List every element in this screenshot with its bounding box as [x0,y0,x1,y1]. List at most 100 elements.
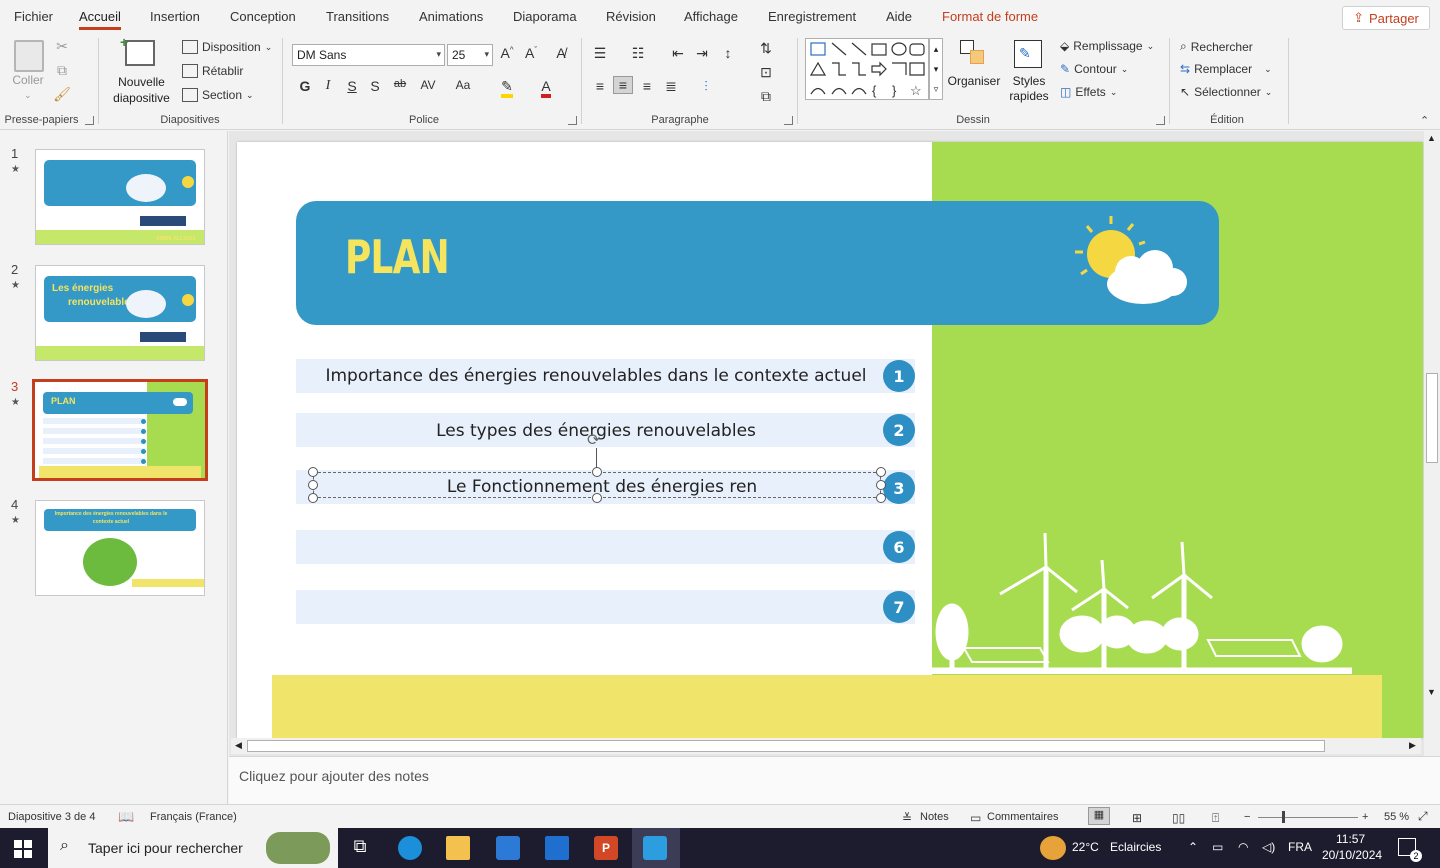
shape-fill-button[interactable]: ⬙ Remplissage ⌄ [1060,39,1154,53]
text-direction-icon[interactable]: ⇅ [756,40,776,57]
numbering-icon[interactable]: ☷ [628,45,648,62]
zoom-level[interactable]: 55 % [1384,811,1409,823]
gallery-scroll[interactable]: ▴ ▾ ▿ [929,38,943,100]
drawing-launcher-icon[interactable] [1156,116,1165,125]
collapse-ribbon-icon[interactable]: ⌃ [1420,114,1429,127]
taskbar-search[interactable]: ⌕ Taper ici pour rechercher [48,828,338,868]
file-explorer-icon[interactable] [446,836,470,860]
layout-button[interactable]: Disposition ⌄ [182,40,272,54]
tab-slideshow[interactable]: Diaporama [513,9,577,24]
resize-handle[interactable] [876,467,886,477]
notes-placeholder[interactable]: Cliquez pour ajouter des notes [239,768,429,784]
language-label[interactable]: Français (France) [150,811,237,823]
notes-toggle[interactable]: Notes [920,811,949,823]
align-center-icon[interactable]: ≡ [613,76,633,94]
align-text-icon[interactable]: ⊡ [756,64,776,81]
reading-view-icon[interactable]: ▯▯ [1172,811,1185,825]
clipboard-launcher-icon[interactable] [85,116,94,125]
slide-sorter-icon[interactable]: ⊞ [1132,811,1142,825]
rotate-handle-icon[interactable]: ⟳ [587,430,600,450]
quick-styles-button[interactable]: Styles rapides [1002,74,1056,104]
chevron-up-icon[interactable]: ⌃ [1188,840,1198,854]
tab-transitions[interactable]: Transitions [326,9,389,24]
tab-review[interactable]: Révision [606,9,656,24]
network-icon[interactable]: ▭ [1212,840,1223,854]
comment-icon[interactable]: ▭ [970,811,981,825]
new-slide-button[interactable]: Nouvelle diapositive [104,74,179,106]
font-name-combo[interactable]: DM Sans ▾ [292,44,445,66]
scroll-right-icon[interactable]: ▶ [1409,740,1416,751]
tab-view[interactable]: Affichage [684,9,738,24]
windows-start-icon[interactable] [14,840,32,858]
select-button[interactable]: ↖ Sélectionner ⌄ [1180,85,1272,99]
tab-file[interactable]: Fichier [14,9,53,24]
wifi-icon[interactable]: ◠ [1238,840,1248,854]
bullets-icon[interactable]: ☰ [590,45,610,62]
cut-icon[interactable]: ✂ [52,38,72,55]
increase-indent-icon[interactable]: ⇥ [692,45,712,62]
zoom-out-icon[interactable]: − [1244,811,1250,823]
scroll-up-icon[interactable]: ▲ [1427,133,1436,143]
tab-design[interactable]: Conception [230,9,296,24]
arrange-button[interactable]: Organiser [944,74,1004,88]
plan-item-text[interactable]: Importance des énergies renouvelables da… [296,366,896,386]
resize-handle[interactable] [592,493,602,503]
scroll-down-icon[interactable]: ▼ [1427,687,1436,697]
char-spacing-icon[interactable]: AV [418,78,438,92]
resize-handle[interactable] [308,467,318,477]
notes-icon[interactable]: ≚ [902,811,912,825]
slide-canvas[interactable]: PLAN Importance des énergies renouvelabl… [237,142,1423,738]
resize-handle[interactable] [308,480,318,490]
powerpoint-icon[interactable]: P [594,836,618,860]
font-color-icon[interactable]: A [536,78,556,98]
vertical-scrollbar[interactable]: ▲ ▼ [1424,131,1440,756]
smartart-icon[interactable]: ⧉ [756,88,776,105]
clock-time[interactable]: 11:57 [1336,832,1365,846]
shadow-icon[interactable]: S [365,78,385,94]
clock-date[interactable]: 20/10/2024 [1322,848,1382,862]
mail-icon[interactable] [545,836,569,860]
font-launcher-icon[interactable] [568,116,577,125]
tab-record[interactable]: Enregistrement [768,9,856,24]
task-view-icon[interactable]: ⧉ [348,836,372,860]
align-left-icon[interactable]: ≡ [590,78,610,94]
comments-toggle[interactable]: Commentaires [987,811,1059,823]
resize-handle[interactable] [308,493,318,503]
decrease-font-icon[interactable]: Aˇ [521,45,541,61]
format-painter-icon[interactable]: 🖌 [52,86,72,103]
align-right-icon[interactable]: ≡ [637,78,657,94]
bold-icon[interactable]: G [295,78,315,94]
tab-insert[interactable]: Insertion [150,9,200,24]
share-button[interactable]: ⇪ Partager [1342,6,1430,30]
edge-icon[interactable] [398,836,422,860]
thumbnail-slide-1[interactable]: AMINE ALLAOUI [35,149,205,245]
shape-effects-button[interactable]: ◫ Effets ⌄ [1060,85,1117,99]
decrease-indent-icon[interactable]: ⇤ [668,45,688,62]
volume-icon[interactable]: ◁) [1262,840,1275,854]
highlight-icon[interactable]: ✎ [497,78,517,98]
horizontal-scrollbar[interactable]: ◀ ▶ [231,738,1421,754]
tab-help[interactable]: Aide [886,9,912,24]
line-spacing-icon[interactable]: ↕ [718,45,738,61]
change-case-icon[interactable]: Aa [453,78,473,92]
replace-button[interactable]: ⇆ Remplacer ⌄ [1180,62,1272,76]
resize-handle[interactable] [876,493,886,503]
zoom-in-icon[interactable]: + [1362,811,1368,823]
strikethrough-icon[interactable]: ab [390,78,410,90]
clear-formatting-icon[interactable]: A̸ [551,45,571,61]
weather-text[interactable]: Eclaircies [1110,840,1161,854]
thumbnail-slide-2[interactable]: Les énergies renouvelables [35,265,205,361]
increase-font-icon[interactable]: A^ [497,45,517,61]
plan-item-text[interactable]: Le Fonctionnement des énergies ren [302,477,902,497]
thumbnail-slide-4[interactable]: Importance des énergies renouvelables da… [35,500,205,596]
zoom-slider-thumb[interactable] [1282,811,1285,823]
zoom-slider[interactable] [1258,817,1358,818]
shapes-gallery[interactable]: { } ☆ [805,38,929,100]
scroll-left-icon[interactable]: ◀ [235,740,242,751]
underline-icon[interactable]: S [342,78,362,94]
notes-pane[interactable]: Cliquez pour ajouter des notes [229,756,1440,804]
reset-button[interactable]: Rétablir [182,64,243,78]
input-language[interactable]: FRA [1288,840,1312,854]
vertical-scroll-thumb[interactable] [1426,373,1438,463]
copy-icon[interactable]: ⧉ [52,62,72,79]
